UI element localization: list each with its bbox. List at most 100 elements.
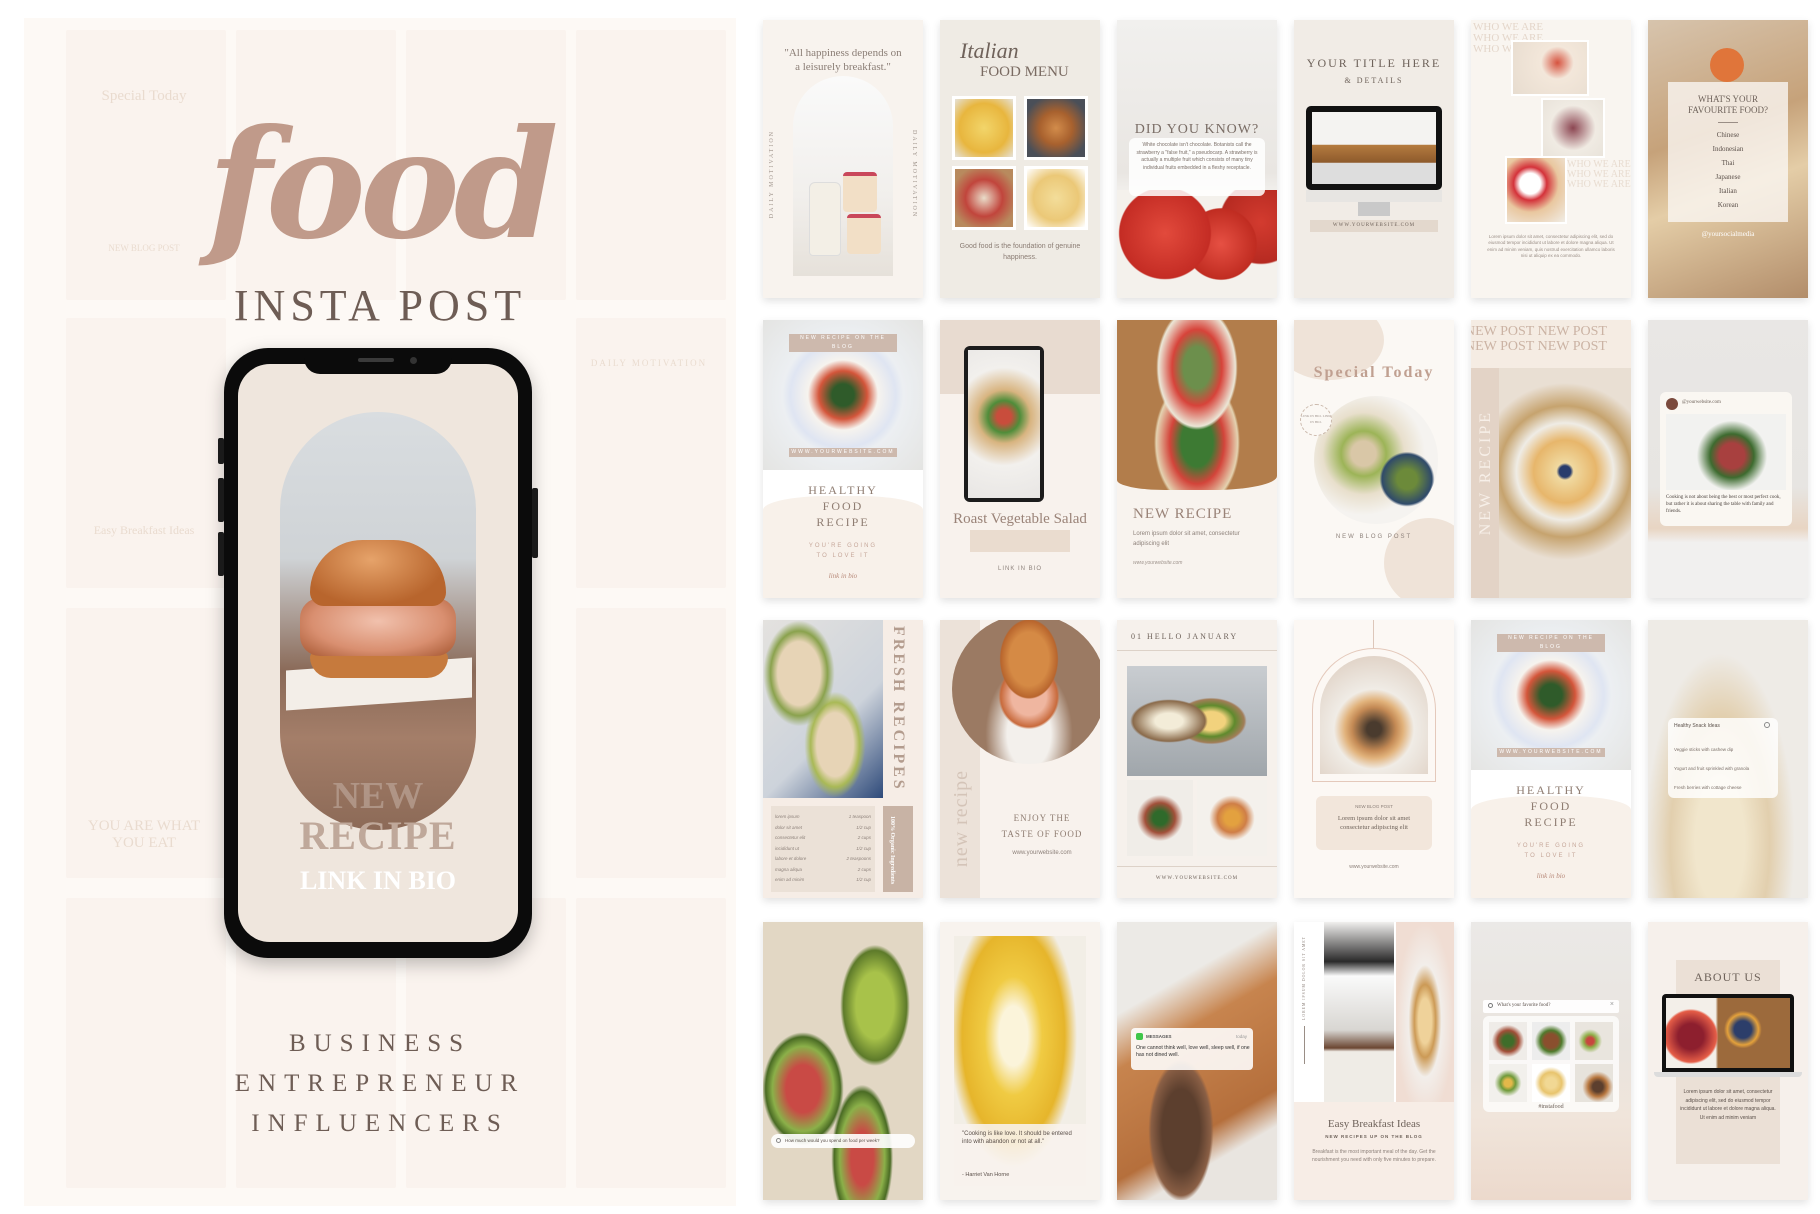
website-link[interactable]: www.yourwebsite.com (984, 850, 1100, 856)
organic-badge-bg (883, 806, 913, 892)
ingredient-amount: 2 cups (857, 835, 871, 840)
menu-caption: Good food is the foundation of genuine h… (959, 243, 1081, 261)
poll-option[interactable]: Italian (1668, 184, 1788, 198)
ghost-card (66, 318, 226, 588)
phone-mockup: NEW RECIPE LINK IN BIO (218, 348, 538, 958)
link-in-bio[interactable]: link in bio (1471, 872, 1631, 880)
link-in-bio[interactable]: LINK IN BIO (940, 566, 1100, 572)
who-we-are-body: Lorem ipsum dolor sit amet, consectetur … (1487, 234, 1615, 258)
phone-notch (304, 348, 452, 374)
food-thumb[interactable] (1532, 1022, 1570, 1060)
template-card-italian-menu[interactable]: Italian FOOD MENU Good food is the found… (940, 20, 1100, 298)
template-card-special-today[interactable]: Special Today LINK IN BIO. LINK IN BIO. … (1294, 320, 1454, 598)
blog-body: Lorem ipsum dolor sit amet consectetur a… (1337, 815, 1411, 832)
food-thumb[interactable] (1575, 1064, 1613, 1102)
poll-option[interactable]: Indonesian (1668, 142, 1788, 156)
new-recipe-body: Lorem ipsum dolor sit amet, consectetur … (1133, 531, 1240, 547)
template-card-new-recipe-toast[interactable]: NEW RECIPE Lorem ipsum dolor sit amet, c… (1117, 320, 1277, 598)
pizza-photo (1024, 96, 1088, 160)
link-in-bio[interactable]: link in bio (763, 572, 923, 580)
dish-photo (1197, 780, 1267, 856)
search-icon[interactable] (1764, 722, 1770, 728)
ingredient-name: dolor sit amet (775, 824, 803, 830)
poll-box: WHAT'S YOUR FAVOURITE FOOD? Chinese Indo… (1668, 82, 1788, 222)
template-card-avocado-search[interactable]: How much would you spend on food per wee… (763, 922, 923, 1200)
template-card-fresh-recipes[interactable]: FRESH RECIPES lorem ipsum 1 teaspoon dolor… (763, 620, 923, 898)
new-post-banner: NEW POST NEW POST NEW POST NEW POST (1471, 324, 1607, 355)
milk-photo (793, 76, 893, 276)
food-search-bar[interactable]: What's your favorite food? × (1483, 1000, 1619, 1013)
food-thumb[interactable] (1532, 1064, 1570, 1102)
question-bar[interactable]: How much would you spend on food per wee… (771, 1134, 915, 1148)
website-link[interactable]: www.yourwebsite.com (1133, 560, 1182, 566)
penne-photo (1024, 166, 1088, 230)
oatmeal-photo (1541, 98, 1605, 158)
salad-title: Roast Vegetable Salad (953, 511, 1087, 527)
ingredient-name: labore et dolore (775, 856, 807, 861)
template-card-easy-breakfast[interactable]: LOREM IPSUM DOLOR SIT AMET Easy Breakfas… (1294, 922, 1454, 1200)
template-card-new-post[interactable]: NEW POST NEW POST NEW POST NEW POST NEW R… (1471, 320, 1631, 598)
snack-item[interactable]: Fresh berries with cottage cheese (1674, 778, 1749, 797)
template-card-blog-pizza[interactable]: NEW BLOG POST Lorem ipsum dolor sit amet… (1294, 620, 1454, 898)
enjoy-title: ENJOY THE TASTE OF FOOD (1001, 813, 1083, 840)
phone-power-button (532, 488, 538, 558)
snack-item[interactable]: Yogurt and fruit sprinkled with granola (1674, 759, 1749, 778)
social-handle: @yourwebsite.com (1682, 400, 1721, 405)
ingredient-list: lorem ipsum 1 teaspoon dolor sit amet 1/2 c… (771, 806, 875, 892)
hashtag: #instafood (1538, 1104, 1564, 1110)
food-search-text: What's your favorite food? (1497, 1003, 1551, 1008)
template-card-hello-january[interactable]: 01 HELLO JANUARY WWW.YOURWEBSITE.COM (1117, 620, 1277, 898)
title-arc: YOUR TITLE HERE (1306, 56, 1442, 70)
template-card-daily-motivation[interactable]: "All happiness depends on a leisurely br… (763, 20, 923, 298)
ghost-text: Special Today (101, 88, 187, 104)
fresh-recipes-title: FRESH RECIPES (890, 626, 907, 792)
poll-option[interactable]: Korean (1668, 198, 1788, 212)
close-icon[interactable]: × (1610, 1001, 1614, 1008)
website-label[interactable]: WWW.YOURWEBSITE.COM (1117, 876, 1277, 881)
template-card-messages[interactable]: MESSAGES today One cannot think well, lo… (1117, 922, 1277, 1200)
website-link[interactable]: www.yourwebsite.com (1294, 864, 1454, 870)
pancake-stack-photo (1396, 922, 1454, 1102)
template-card-social-quote[interactable]: @yourwebsite.com Cooking is not about be… (1648, 320, 1808, 598)
food-thumb[interactable] (1489, 1022, 1527, 1060)
food-thumb[interactable] (1575, 1022, 1613, 1060)
template-card-did-you-know[interactable]: DID YOU KNOW? White chocolate isn't choc… (1117, 20, 1277, 298)
tag-bottom: WWW.YOURWEBSITE.COM (1497, 748, 1605, 757)
ingredient-row: enim ad minim 1/2 cup (775, 875, 871, 886)
food-thumb[interactable] (1489, 1064, 1527, 1102)
snack-item[interactable]: Veggie sticks with cashew dip (1674, 740, 1749, 759)
template-card-healthy-food-1[interactable]: NEW RECIPE ON THE BLOG WWW.YOURWEBSITE.C… (763, 320, 923, 598)
message-app: MESSAGES (1146, 1034, 1172, 1039)
recipe-sub: YOU'RE GOING TO LOVE IT (808, 543, 878, 559)
ingredient-name: incididunt ut (775, 845, 800, 851)
template-card-favourite-food[interactable]: WHAT'S YOUR FAVOURITE FOOD? Chinese Indo… (1648, 20, 1808, 298)
tacos-photo (763, 620, 883, 798)
fact-text: White chocolate isn't chocolate. Botanis… (1136, 142, 1258, 171)
poll-option[interactable]: Thai (1668, 156, 1788, 170)
ingredient-row: lorem ipsum 1 teaspoon (775, 812, 871, 823)
link-ring[interactable]: LINK IN BIO. LINK IN BIO. (1300, 404, 1332, 436)
new-recipe-title: NEW RECIPE (1133, 506, 1233, 522)
social-quote: Cooking is not about being the best or m… (1666, 495, 1781, 514)
poll-option[interactable]: Chinese (1668, 128, 1788, 142)
template-card-your-title[interactable]: YOUR TITLE HERE & DETAILS WWW.YOURWEBSIT… (1294, 20, 1454, 298)
template-card-enjoy-taste[interactable]: new recipe ENJOY THE TASTE OF FOOD www.yo… (940, 620, 1100, 898)
message-notification[interactable]: MESSAGES today One cannot think well, lo… (1131, 1028, 1253, 1070)
phone-overlay-recipe: RECIPE (299, 813, 457, 858)
phone-side-button (218, 478, 224, 522)
hero-subtitle: INSTA POST (233, 281, 527, 330)
template-card-about-us[interactable]: ABOUT US Lorem ipsum dolor sit amet, con… (1648, 922, 1808, 1200)
snack-search-text[interactable]: Healthy Snack Ideas (1674, 723, 1720, 729)
template-card-who-we-are[interactable]: WHO WE ARE WHO WE ARE WHO WE ARE WHO WE AR… (1471, 20, 1631, 298)
template-card-roast-salad[interactable]: Roast Vegetable Salad LINK IN BIO (940, 320, 1100, 598)
template-card-pasta-quote[interactable]: "Cooking is like love. It should be ente… (940, 922, 1100, 1200)
avatar (1666, 398, 1678, 410)
poll-option[interactable]: Japanese (1668, 170, 1788, 184)
monitor-mockup (1306, 106, 1442, 190)
template-card-healthy-food-2[interactable]: NEW RECIPE ON THE BLOG WWW.YOURWEBSITE.C… (1471, 620, 1631, 898)
template-card-insta-search[interactable]: What's your favorite food? × #instafood (1471, 922, 1631, 1200)
social-handle: @yoursocialmedia (1701, 230, 1755, 238)
ingredient-name: magna aliqua (775, 866, 803, 872)
social-post-box: @yourwebsite.com Cooking is not about be… (1660, 392, 1792, 526)
template-card-snack-ideas[interactable]: Healthy Snack Ideas Veggie sticks with c… (1648, 620, 1808, 898)
